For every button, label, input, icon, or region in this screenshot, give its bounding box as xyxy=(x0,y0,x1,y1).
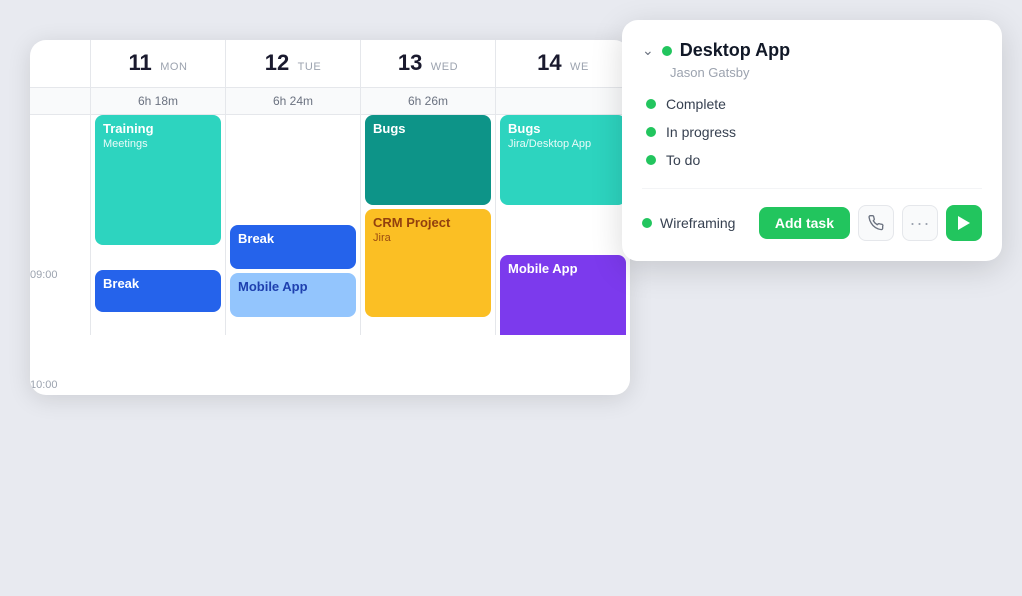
status-dot-title xyxy=(662,46,672,56)
popup-card: ⌄ Desktop App Jason Gatsby Complete In p… xyxy=(622,20,1002,261)
event-bugs-thu[interactable]: Bugs Jira/Desktop App xyxy=(500,115,626,205)
hours-time-empty xyxy=(30,88,90,114)
event-bugs-wed[interactable]: Bugs xyxy=(365,115,491,205)
day-name-tue: TUE xyxy=(298,61,322,73)
day-header-mon: 11 MON xyxy=(90,40,225,87)
calendar-body: 09:00 10:00 Training Meetings Break Brea… xyxy=(30,115,630,395)
calendar-card: 11 MON 12 TUE 13 WED 14 WE 6h 18m 6h 24m… xyxy=(30,40,630,395)
hours-wed: 6h 26m xyxy=(360,88,495,114)
footer-status-dot xyxy=(642,218,652,228)
popup-title: Desktop App xyxy=(680,40,790,61)
day-header-tue: 12 TUE xyxy=(225,40,360,87)
day-name-thu: WE xyxy=(570,61,589,73)
event-crm[interactable]: CRM Project Jira xyxy=(365,209,491,317)
day-col-wed: Bugs CRM Project Jira xyxy=(360,115,495,335)
hours-tue: 6h 24m xyxy=(225,88,360,114)
popup-subtitle: Jason Gatsby xyxy=(670,65,982,80)
add-task-button[interactable]: Add task xyxy=(759,207,850,239)
event-title-mobile-thu: Mobile App xyxy=(508,261,618,276)
time-labels: 09:00 10:00 xyxy=(30,115,90,395)
day-col-tue: Break Mobile App xyxy=(225,115,360,335)
event-training[interactable]: Training Meetings xyxy=(95,115,221,245)
event-title-training: Training xyxy=(103,121,213,136)
event-title-crm: CRM Project xyxy=(373,215,483,230)
event-title-mobile-app: Mobile App xyxy=(238,279,348,294)
popup-footer: Wireframing Add task ··· xyxy=(642,188,982,241)
grid-columns: Training Meetings Break Break Mobile App xyxy=(90,115,630,335)
status-label-complete: Complete xyxy=(666,96,726,112)
status-label-todo: To do xyxy=(666,152,700,168)
status-label-inprogress: In progress xyxy=(666,124,736,140)
play-button[interactable] xyxy=(946,205,982,241)
status-item-todo[interactable]: To do xyxy=(646,152,982,168)
event-mobile-app[interactable]: Mobile App xyxy=(230,273,356,317)
event-title-bugs-thu: Bugs xyxy=(508,121,618,136)
day-num-12: 12 xyxy=(265,50,289,75)
day-col-thu: Bugs Jira/Desktop App Mobile App xyxy=(495,115,630,335)
footer-wireframing-label: Wireframing xyxy=(660,215,751,231)
day-header-wed: 13 WED xyxy=(360,40,495,87)
event-title-bugs-wed: Bugs xyxy=(373,121,483,136)
status-item-complete[interactable]: Complete xyxy=(646,96,982,112)
calendar-header: 11 MON 12 TUE 13 WED 14 WE xyxy=(30,40,630,88)
status-item-inprogress[interactable]: In progress xyxy=(646,124,982,140)
event-sub-crm: Jira xyxy=(373,232,483,244)
status-dot-todo xyxy=(646,155,656,165)
hours-mon: 6h 18m xyxy=(90,88,225,114)
time-col-header xyxy=(30,40,90,87)
day-num-13: 13 xyxy=(398,50,422,75)
status-dot-complete xyxy=(646,99,656,109)
event-title-break-tue: Break xyxy=(238,231,348,246)
status-list: Complete In progress To do xyxy=(646,96,982,168)
hours-summary-row: 6h 18m 6h 24m 6h 26m xyxy=(30,88,630,115)
day-header-thu: 14 WE xyxy=(495,40,630,87)
day-name-mon: MON xyxy=(160,61,187,73)
more-options-button[interactable]: ··· xyxy=(902,205,938,241)
event-break-mon[interactable]: Break xyxy=(95,270,221,312)
day-num-11: 11 xyxy=(128,50,151,75)
status-dot-inprogress xyxy=(646,127,656,137)
event-mobile-thu[interactable]: Mobile App xyxy=(500,255,626,335)
event-title-break-mon: Break xyxy=(103,276,213,291)
day-col-mon: Training Meetings Break xyxy=(90,115,225,335)
event-break-tue[interactable]: Break xyxy=(230,225,356,269)
popup-header: ⌄ Desktop App xyxy=(642,40,982,61)
time-label-9: 09:00 xyxy=(30,175,90,285)
day-name-wed: WED xyxy=(431,61,458,73)
event-sub-bugs-thu: Jira/Desktop App xyxy=(508,138,618,150)
time-label-10: 10:00 xyxy=(30,285,90,395)
day-num-14: 14 xyxy=(537,50,561,75)
chevron-down-icon: ⌄ xyxy=(642,42,654,59)
event-sub-training: Meetings xyxy=(103,138,213,150)
phone-icon-button[interactable] xyxy=(858,205,894,241)
hours-thu xyxy=(495,88,630,114)
